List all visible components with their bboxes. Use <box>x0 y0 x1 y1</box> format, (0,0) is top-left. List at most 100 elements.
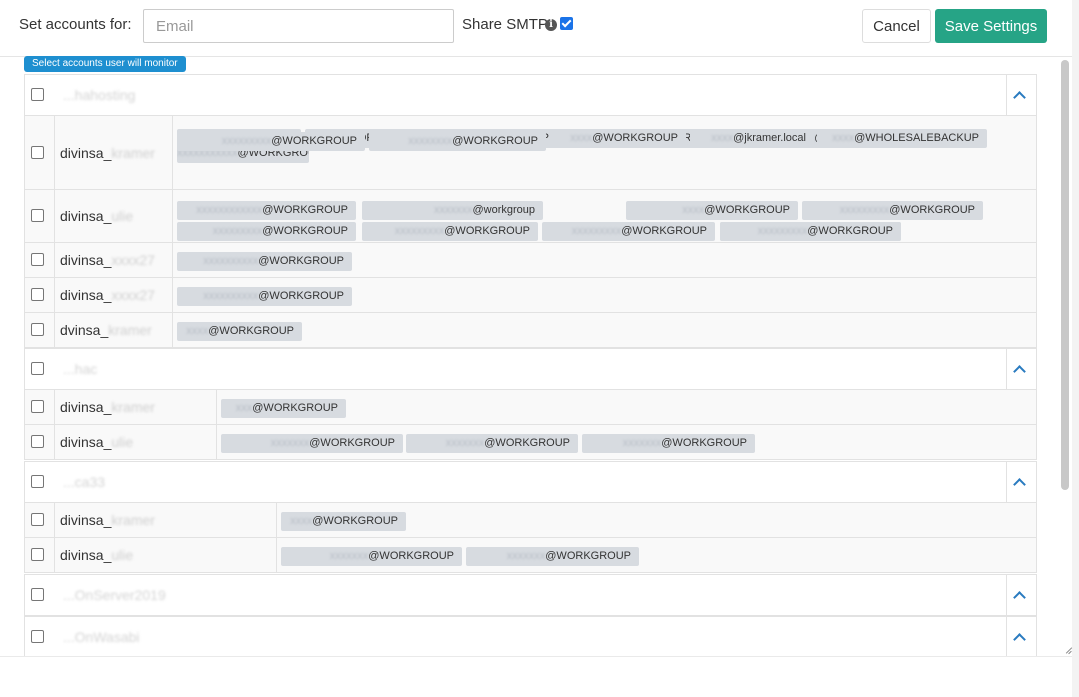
user-row: divinsa_ulie xxxxxxxxxxxx@WORKGROUP xxxxxx… <box>24 190 1037 243</box>
account-tag-domain: @WORKGROUP <box>262 204 348 216</box>
user-row: divinsa_xxxx27 xxxxxxxxxx@WORKGROUP <box>24 243 1037 278</box>
column-divider <box>276 538 277 572</box>
account-tag[interactable]: xxxx@jkramer.local <box>690 129 814 148</box>
user-row: divinsa_kramerxxxxxxxxxxx@WORKGROUPxxxxx… <box>24 116 1037 190</box>
account-tag[interactable]: xxxxxxxxx@WORKGROUP <box>542 222 715 241</box>
account-tag[interactable]: xxxxxxxxx@WORKGROUP <box>720 222 901 241</box>
user-checkbox[interactable] <box>31 400 44 413</box>
account-tag[interactable]: xxxxxxxxx@WORKGROUP <box>177 222 356 241</box>
group-checkbox[interactable] <box>31 362 44 375</box>
column-divider <box>172 190 173 242</box>
user-checkbox-cell <box>25 425 55 459</box>
column-divider <box>216 390 217 424</box>
account-tag[interactable]: xxxx@WORKGROUP <box>281 512 406 531</box>
user-checkbox[interactable] <box>31 209 44 222</box>
account-tag-masked: xxxxxxx <box>270 437 310 449</box>
account-tag[interactable]: xxxx@WHOLESALEBACKUP <box>817 129 987 148</box>
account-tag-masked: xxxxxxxxx <box>757 225 808 237</box>
account-tag[interactable]: xxxx@WORKGROUP <box>562 129 686 148</box>
collapse-toggle[interactable] <box>1006 462 1036 502</box>
account-tag-masked: xxxx <box>290 515 313 527</box>
user-checkbox-cell <box>25 503 55 537</box>
group-name: ...hac <box>63 361 98 377</box>
user-checkbox-cell <box>25 390 55 424</box>
user-checkbox-cell <box>25 116 55 189</box>
account-tag[interactable]: xxxxxxx@workgroup <box>362 201 543 220</box>
window-edge <box>1072 0 1079 697</box>
account-tag-masked: xxxxxxx <box>506 550 546 562</box>
user-name-masked: kramer <box>108 322 152 338</box>
user-row: divinsa_ulie xxxxxxx@WORKGROUP xxxxxxx@WOR… <box>24 538 1037 573</box>
user-row: dvinsa_kramer xxxx@WORKGROUP <box>24 313 1037 348</box>
modal-header: Set accounts for: Share SMTP i Cancel Sa… <box>0 0 1072 57</box>
user-checkbox-cell <box>25 278 55 312</box>
user-checkbox[interactable] <box>31 323 44 336</box>
account-tag-masked: xxxxxxx <box>433 204 473 216</box>
account-tag-domain: @WORKGROUP <box>621 225 707 237</box>
account-tag[interactable]: xxxxxxx@WORKGROUP <box>221 434 403 453</box>
group-checkbox[interactable] <box>31 475 44 488</box>
group-header: ...hac <box>24 348 1037 390</box>
account-tag[interactable]: xxxxxxx@WORKGROUP <box>466 547 639 566</box>
account-tag-domain: @jkramer.local <box>733 132 806 144</box>
account-tag[interactable]: xxx@WORKGROUP <box>221 399 346 418</box>
account-tag-masked: xxxxxxxxx <box>212 225 263 237</box>
user-name-masked: ulie <box>111 547 134 563</box>
user-name: divinsa_ulie <box>60 208 133 224</box>
account-tag[interactable]: xxxxxxxxx@WORKGROUP <box>362 222 538 241</box>
user-name-prefix: divinsa_ <box>60 144 112 161</box>
account-tag[interactable]: xxxxxxxxx@WORKGROUP <box>802 201 983 220</box>
account-tag[interactable]: xxxxxxx@WORKGROUP <box>582 434 755 453</box>
user-name-masked: xxxx27 <box>111 287 155 303</box>
account-tag[interactable]: xxxx@WORKGROUP <box>177 322 302 341</box>
resize-grip-icon[interactable] <box>1063 645 1073 655</box>
account-tag-masked: xxxx <box>711 132 734 144</box>
user-name-prefix: divinsa_ <box>60 208 112 224</box>
groups-list: ...hahosting divinsa_kramer xxxxxxxxxxx@WO… <box>0 74 1060 656</box>
user-checkbox[interactable] <box>31 145 44 159</box>
user-checkbox[interactable] <box>31 435 44 448</box>
user-name-prefix: divinsa_ <box>60 434 112 450</box>
group-name: ...OnServer2019 <box>63 587 166 603</box>
group-header: ...hahosting <box>24 74 1037 116</box>
account-tag[interactable]: xxxx@WORKGROUP <box>626 201 798 220</box>
save-settings-button[interactable]: Save Settings <box>935 9 1047 43</box>
account-tag[interactable]: xxxxxxx@WORKGROUP <box>406 434 578 453</box>
email-input[interactable] <box>143 9 454 43</box>
set-accounts-label: Set accounts for: <box>19 16 132 33</box>
chevron-up-icon <box>1013 478 1026 491</box>
account-tag-domain: @WORKGROUP <box>889 204 975 216</box>
account-tag-masked: xxxxxxxxx <box>394 225 445 237</box>
collapse-toggle[interactable] <box>1006 75 1036 115</box>
account-tag-domain: @WORKGROUP <box>258 255 344 267</box>
cancel-button[interactable]: Cancel <box>862 9 931 43</box>
user-name: divinsa_kramer <box>60 145 155 161</box>
group-header: ...OnWasabi <box>24 616 1037 656</box>
user-checkbox[interactable] <box>31 548 44 561</box>
share-smtp-checkbox[interactable] <box>560 17 573 30</box>
user-name: divinsa_kramer <box>60 512 155 528</box>
collapse-toggle[interactable] <box>1006 349 1036 389</box>
account-tag-masked: xxxxxxxxx <box>571 225 622 237</box>
info-icon[interactable]: i <box>545 19 557 31</box>
user-checkbox[interactable] <box>31 253 44 266</box>
account-tag[interactable]: xxxxxxxx@WORKGROUP <box>369 132 546 151</box>
user-name-prefix: dvinsa_ <box>60 322 109 338</box>
user-checkbox[interactable] <box>31 513 44 526</box>
collapse-toggle[interactable] <box>1006 575 1036 615</box>
account-tag[interactable]: xxxxxxxxx@WORKGROUP <box>177 132 365 151</box>
account-tag[interactable]: xxxxxxx@WORKGROUP <box>281 547 462 566</box>
account-tag-masked: xxxx <box>832 132 855 144</box>
scrollbar-thumb[interactable] <box>1061 60 1069 490</box>
column-divider <box>172 243 173 277</box>
group-checkbox[interactable] <box>31 588 44 601</box>
group-checkbox[interactable] <box>31 88 44 101</box>
collapse-toggle[interactable] <box>1006 617 1036 656</box>
account-tag[interactable]: xxxxxxxxxx@WORKGROUP <box>177 252 352 271</box>
user-name-prefix: divinsa_ <box>60 252 112 268</box>
account-tag[interactable]: xxxxxxxxxx@WORKGROUP <box>177 287 352 306</box>
user-checkbox[interactable] <box>31 288 44 301</box>
group-checkbox[interactable] <box>31 630 44 643</box>
account-tag-domain: @WORKGROUP <box>208 325 294 337</box>
account-tag[interactable]: xxxxxxxxxxxx@WORKGROUP <box>177 201 356 220</box>
